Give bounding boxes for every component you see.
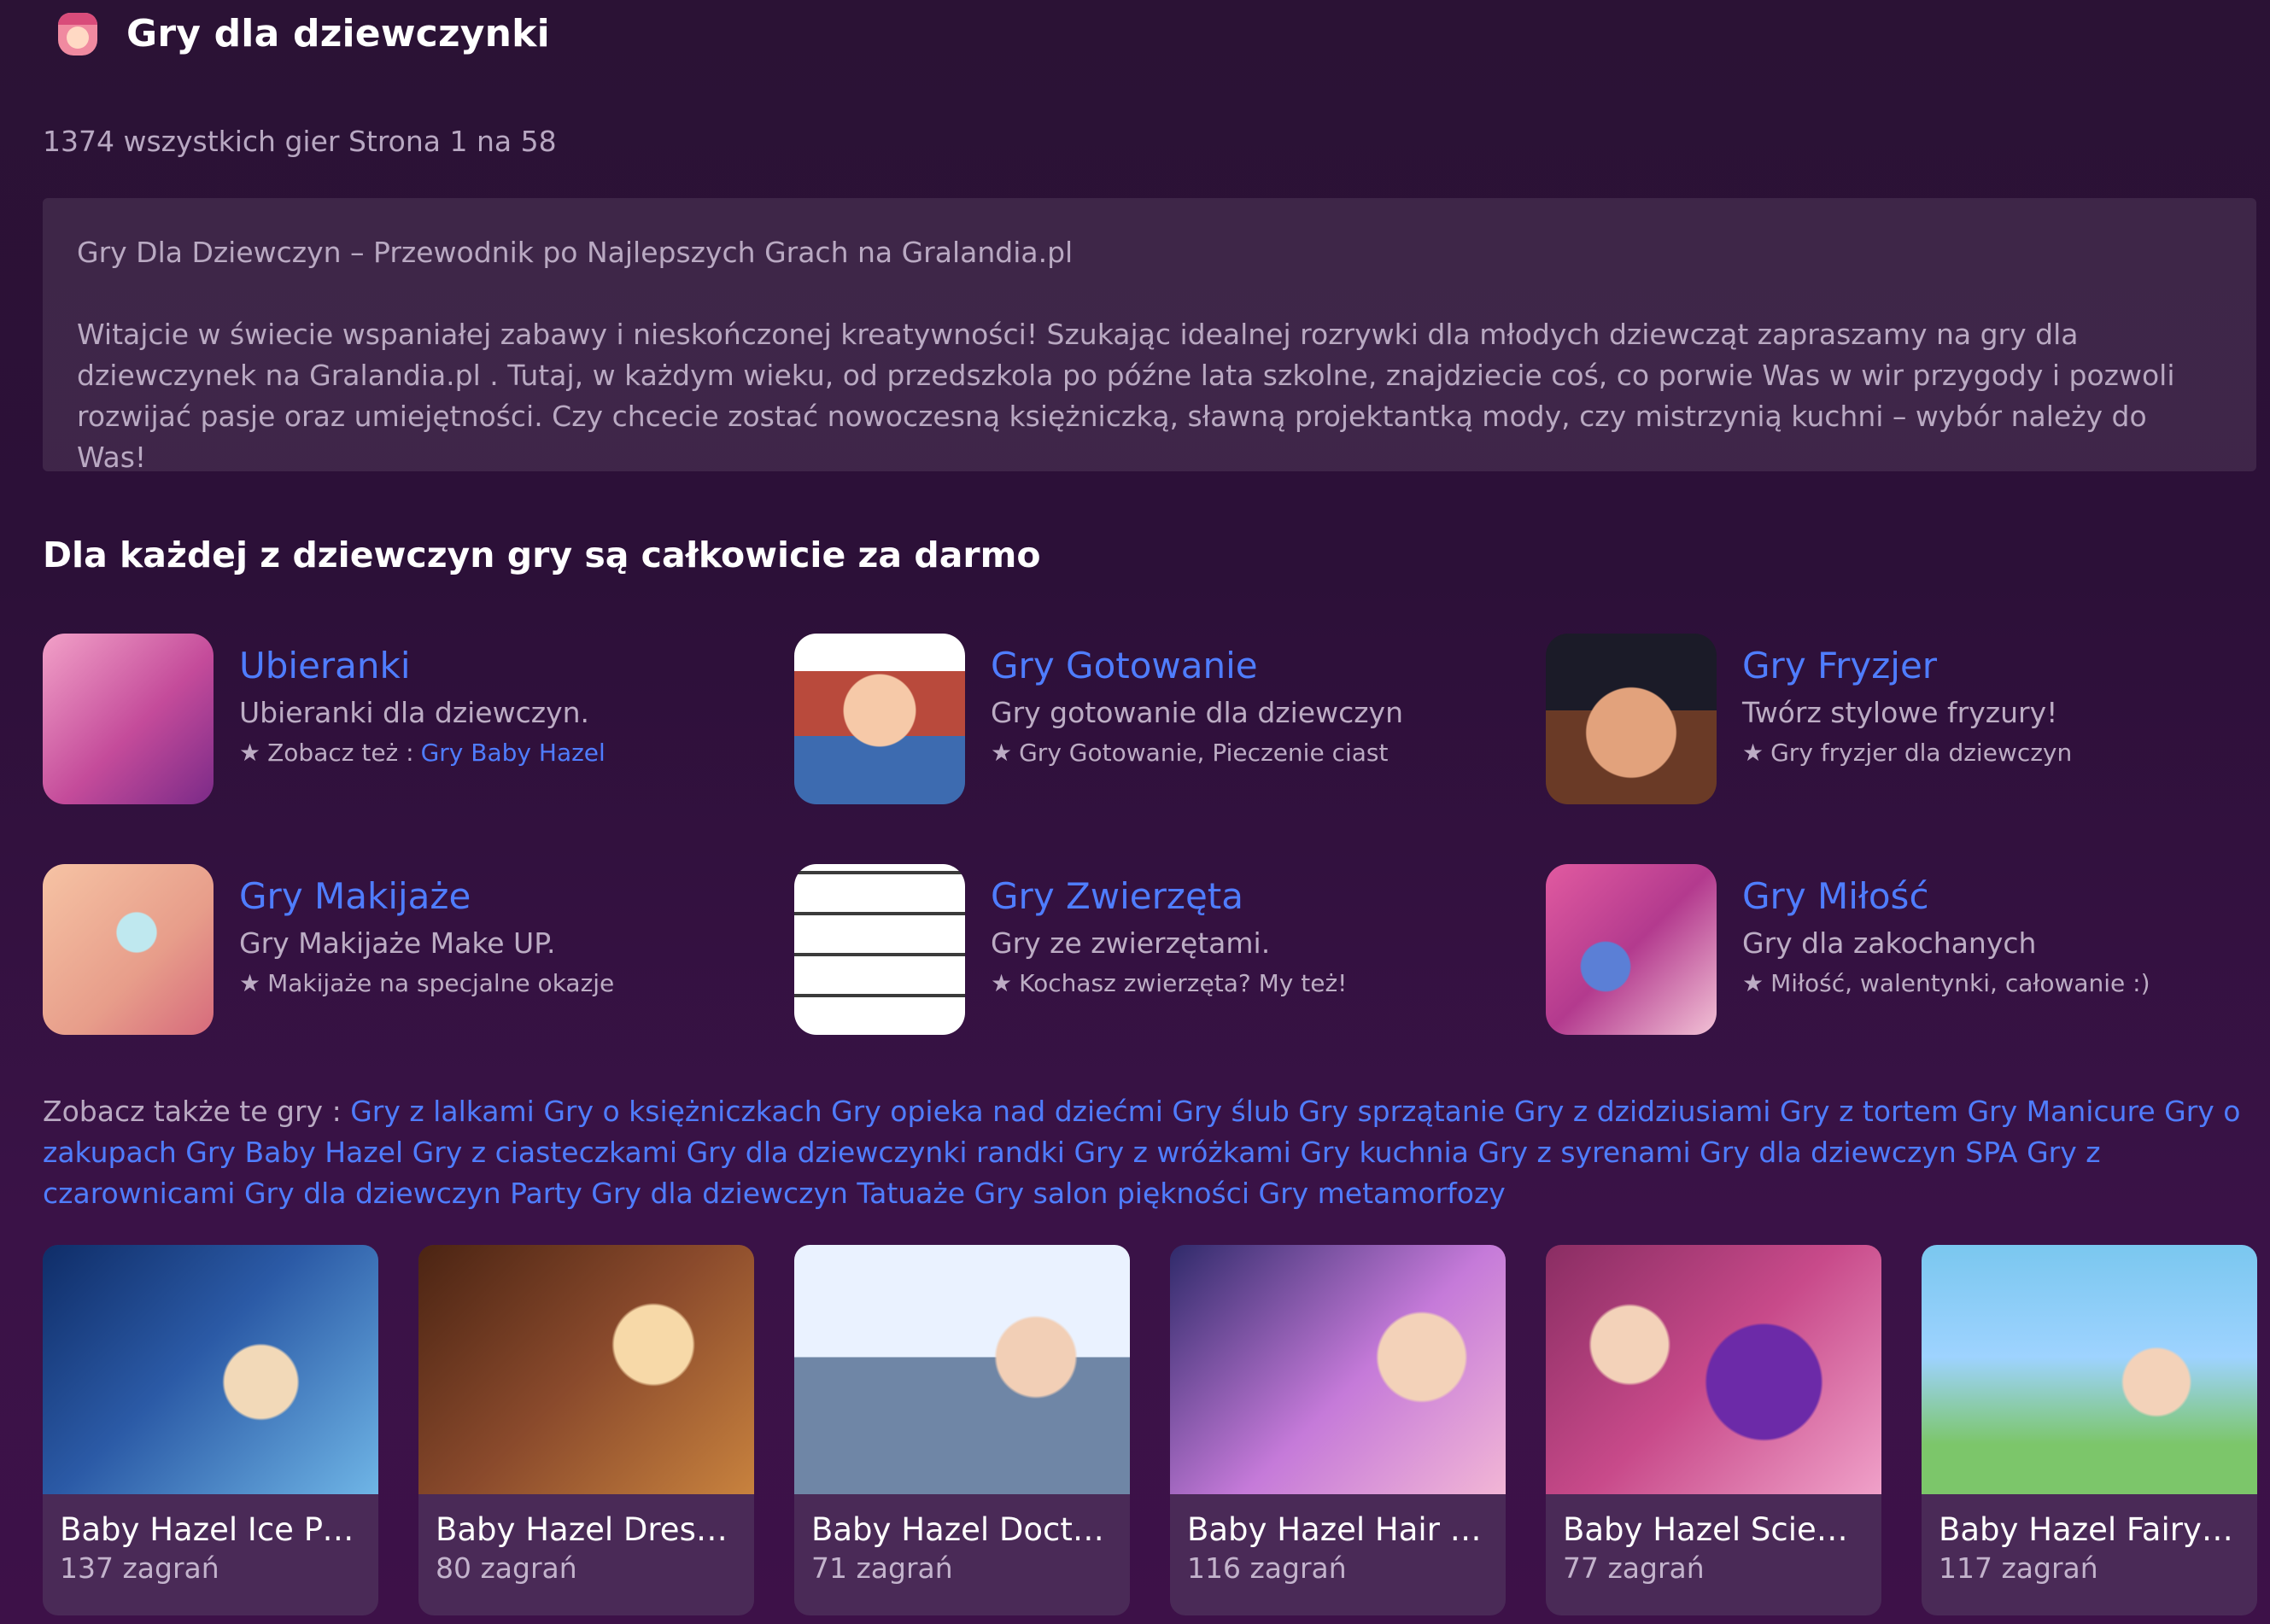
game-title[interactable]: Baby Hazel Hair D... xyxy=(1170,1494,1506,1548)
see-also-links: Zobacz także te gry : Gry z lalkami Gry … xyxy=(43,1091,2263,1214)
description-title: Gry Dla Dziewczyn – Przewodnik po Najlep… xyxy=(77,236,1074,269)
section-title: Dla każdej z dziewczyn gry są całkowicie… xyxy=(43,535,1041,575)
game-card[interactable]: Baby Hazel Ice Pri... 137 zagrań xyxy=(43,1245,378,1615)
category-see-also: ★ Zobacz też : Gry Baby Hazel xyxy=(239,734,606,772)
category-thumbnail[interactable] xyxy=(1546,864,1717,1035)
game-thumbnail[interactable] xyxy=(1546,1245,1881,1494)
game-title[interactable]: Baby Hazel Docto... xyxy=(794,1494,1130,1548)
tag-link[interactable]: Gry o księżniczkach xyxy=(543,1095,822,1128)
category-link[interactable]: Gry Makijaże xyxy=(239,871,614,922)
tag-link[interactable]: Gry ślub xyxy=(1172,1095,1289,1128)
tag-link[interactable]: Gry z wróżkami xyxy=(1074,1136,1290,1169)
see-also-text: Gry fryzjer dla dziewczyn xyxy=(1770,739,2073,767)
see-also-text: Miłość, walentynki, całowanie :) xyxy=(1770,969,2150,997)
category-see-also: ★ Kochasz zwierzęta? My też! xyxy=(991,965,1347,1002)
game-card[interactable]: Baby Hazel Fairyl... 117 zagrań xyxy=(1922,1245,2257,1615)
category-item-fryzjer[interactable]: Gry Fryzjer Twórz stylowe fryzury! ★ Gry… xyxy=(1546,634,2072,804)
game-thumbnail[interactable] xyxy=(794,1245,1130,1494)
category-item-ubieranki[interactable]: Ubieranki Ubieranki dla dziewczyn. ★ Zob… xyxy=(43,634,606,804)
category-link[interactable]: Gry Zwierzęta xyxy=(991,871,1347,922)
description-body: Witajcie w świecie wspaniałej zabawy i n… xyxy=(77,318,2175,474)
tag-link[interactable]: Gry dla dziewczyn SPA xyxy=(1700,1136,2017,1169)
category-item-gotowanie[interactable]: Gry Gotowanie Gry gotowanie dla dziewczy… xyxy=(794,634,1403,804)
tag-link[interactable]: Gry z syrenami xyxy=(1477,1136,1690,1169)
game-card[interactable]: Baby Hazel Dress... 80 zagrań xyxy=(418,1245,754,1615)
tag-link[interactable]: Gry metamorfozy xyxy=(1259,1177,1506,1210)
tag-link[interactable]: Gry Baby Hazel xyxy=(185,1136,403,1169)
category-link[interactable]: Gry Miłość xyxy=(1742,871,2150,922)
tag-link[interactable]: Gry opieka nad dziećmi xyxy=(831,1095,1163,1128)
category-link[interactable]: Ubieranki xyxy=(239,640,606,692)
game-title[interactable]: Baby Hazel Dress... xyxy=(418,1494,754,1548)
category-see-also: ★ Gry fryzjer dla dziewczyn xyxy=(1742,734,2072,772)
see-also-prefix: Zobacz też : xyxy=(267,739,414,767)
tag-link[interactable]: Gry dla dziewczyn Tatuaże xyxy=(591,1177,965,1210)
tag-link[interactable]: Gry z dzidziusiami xyxy=(1514,1095,1771,1128)
game-plays: 116 zagrań xyxy=(1187,1551,1347,1585)
game-title[interactable]: Baby Hazel Scien... xyxy=(1546,1494,1881,1548)
see-also-text: Gry Gotowanie, Pieczenie ciast xyxy=(1019,739,1389,767)
category-subtitle: Gry ze zwierzętami. xyxy=(991,926,1271,960)
game-card[interactable]: Baby Hazel Scien... 77 zagrań xyxy=(1546,1245,1881,1615)
category-thumbnail[interactable] xyxy=(794,864,965,1035)
category-see-also: ★ Gry Gotowanie, Pieczenie ciast xyxy=(991,734,1403,772)
see-also-prefix: Zobacz także te gry : xyxy=(43,1095,342,1128)
tag-link[interactable]: Gry Manicure xyxy=(1967,1095,2155,1128)
page-title: Gry dla dziewczynki xyxy=(126,12,550,55)
game-plays: 77 zagrań xyxy=(1563,1551,1705,1585)
see-also-text: Makijaże na specjalne okazje xyxy=(267,969,615,997)
see-also-link[interactable]: Gry Baby Hazel xyxy=(421,734,606,772)
game-plays: 80 zagrań xyxy=(436,1551,577,1585)
category-subtitle: Twórz stylowe fryzury! xyxy=(1742,696,2058,729)
tag-link[interactable]: Gry dla dziewczynki randki xyxy=(687,1136,1065,1169)
category-link[interactable]: Gry Fryzjer xyxy=(1742,640,2072,692)
game-thumbnail[interactable] xyxy=(418,1245,754,1494)
star-icon: ★ xyxy=(1742,969,1764,997)
category-link[interactable]: Gry Gotowanie xyxy=(991,640,1403,692)
game-title[interactable]: Baby Hazel Ice Pri... xyxy=(43,1494,378,1548)
tag-link[interactable]: Gry sprzątanie xyxy=(1298,1095,1505,1128)
description-box: Gry Dla Dziewczyn – Przewodnik po Najlep… xyxy=(43,198,2256,474)
category-thumbnail[interactable] xyxy=(1546,634,1717,804)
games-count-text: 1374 wszystkich gier Strona 1 na 58 xyxy=(43,125,557,158)
tag-link[interactable]: Gry kuchnia xyxy=(1300,1136,1469,1169)
game-plays: 137 zagrań xyxy=(60,1551,219,1585)
game-plays: 71 zagrań xyxy=(811,1551,953,1585)
game-plays: 117 zagrań xyxy=(1939,1551,2098,1585)
category-thumbnail[interactable] xyxy=(43,864,214,1035)
category-thumbnail[interactable] xyxy=(43,634,214,804)
page-header: Gry dla dziewczynki xyxy=(58,12,550,55)
star-icon: ★ xyxy=(239,969,261,997)
game-thumbnail[interactable] xyxy=(43,1245,378,1494)
star-icon: ★ xyxy=(991,969,1013,997)
category-subtitle: Gry dla zakochanych xyxy=(1742,926,2037,960)
star-icon: ★ xyxy=(1742,739,1764,767)
category-see-also: ★ Miłość, walentynki, całowanie :) xyxy=(1742,965,2150,1002)
category-subtitle: Ubieranki dla dziewczyn. xyxy=(239,696,590,729)
category-item-milosc[interactable]: Gry Miłość Gry dla zakochanych ★ Miłość,… xyxy=(1546,864,2150,1035)
game-title[interactable]: Baby Hazel Fairyl... xyxy=(1922,1494,2257,1548)
game-card[interactable]: Baby Hazel Hair D... 116 zagrań xyxy=(1170,1245,1506,1615)
tag-link[interactable]: Gry z lalkami xyxy=(350,1095,535,1128)
game-thumbnail[interactable] xyxy=(1922,1245,2257,1494)
tag-link[interactable]: Gry salon piękności xyxy=(974,1177,1249,1210)
page: Gry dla dziewczynki 1374 wszystkich gier… xyxy=(0,0,2270,1624)
see-also-text: Kochasz zwierzęta? My też! xyxy=(1019,969,1348,997)
category-thumbnail[interactable] xyxy=(794,634,965,804)
game-card[interactable]: Baby Hazel Docto... 71 zagrań xyxy=(794,1245,1130,1615)
girl-face-icon xyxy=(58,12,97,55)
tag-link[interactable]: Gry z tortem xyxy=(1780,1095,1958,1128)
tag-link[interactable]: Gry z ciasteczkami xyxy=(412,1136,677,1169)
category-subtitle: Gry gotowanie dla dziewczyn xyxy=(991,696,1403,729)
game-thumbnail[interactable] xyxy=(1170,1245,1506,1494)
category-subtitle: Gry Makijaże Make UP. xyxy=(239,926,556,960)
tag-link[interactable]: Gry dla dziewczyn Party xyxy=(244,1177,582,1210)
star-icon: ★ xyxy=(991,739,1013,767)
category-see-also: ★ Makijaże na specjalne okazje xyxy=(239,965,614,1002)
category-item-makijaze[interactable]: Gry Makijaże Gry Makijaże Make UP. ★ Mak… xyxy=(43,864,614,1035)
category-item-zwierzeta[interactable]: Gry Zwierzęta Gry ze zwierzętami. ★ Koch… xyxy=(794,864,1347,1035)
star-icon: ★ xyxy=(239,739,261,767)
